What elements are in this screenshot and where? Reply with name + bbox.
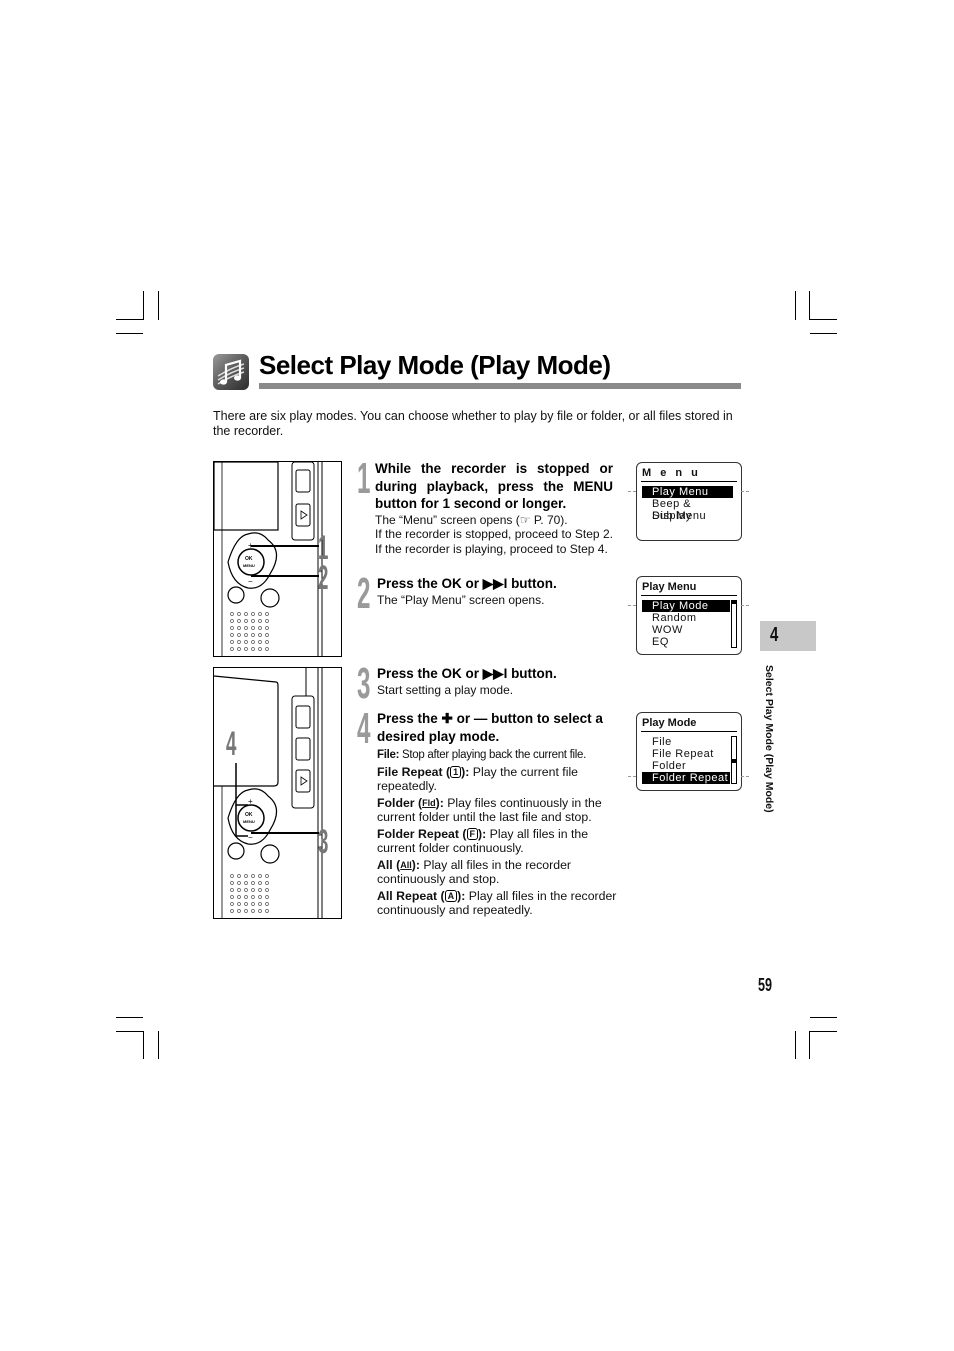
svg-text:−: − (248, 833, 253, 842)
lcd-divider (641, 595, 737, 596)
lcd-item: WOW (652, 624, 683, 636)
lcd-item: File Repeat (652, 748, 714, 760)
crop-mark (116, 1031, 143, 1032)
chapter-number: 4 (770, 624, 779, 646)
crop-mark (158, 1031, 159, 1059)
lcd-scroll-thumb (732, 759, 736, 763)
lcd-item: File (652, 736, 672, 748)
mode-folder: Folder (Fld): Play files continuously in… (377, 795, 602, 825)
step-4: Press the ✚ or — button to select a desi… (377, 710, 617, 918)
lcd-title: Play Menu (642, 581, 697, 593)
title-underline (259, 383, 741, 389)
step-number-2: 2 (357, 569, 371, 618)
step-2: Press the OK or ▶▶I button. The “Play Me… (377, 575, 615, 607)
step-3: Press the OK or ▶▶I button. Start settin… (377, 665, 615, 697)
svg-text:−: − (248, 577, 253, 586)
folder-repeat-icon: F (466, 828, 479, 841)
step-number-4: 4 (357, 704, 371, 753)
step-1-heading: While the recorder is stopped or during … (375, 461, 613, 511)
ok-key-label: OK (441, 576, 462, 591)
crop-mark (810, 319, 837, 320)
blink-indicator (628, 605, 636, 607)
crop-mark (116, 333, 143, 334)
lcd-item-selected: Play Menu (642, 486, 733, 498)
lcd-item-selected: Folder Repeat (642, 772, 730, 784)
recorder-illustration-2: OK MENU + − (213, 667, 342, 919)
blink-indicator (741, 605, 749, 607)
lcd-item: Sub Menu (652, 510, 707, 522)
lcd-item: Folder (652, 760, 687, 772)
svg-text:OK: OK (245, 812, 253, 818)
step-3-note: Start setting a play mode. (377, 682, 514, 697)
crop-mark (809, 291, 810, 320)
blink-indicator (741, 491, 749, 493)
lcd-screen-play-menu: Play Menu Play Mode Random WOW EQ (636, 576, 742, 655)
mode-file: File: Stop after playing back the curren… (377, 749, 586, 761)
crop-mark (116, 1017, 143, 1018)
lcd-title: Play Mode (642, 717, 697, 729)
blink-indicator (628, 491, 636, 493)
step-number-3: 3 (357, 659, 371, 708)
callout-3: 3 (318, 823, 329, 861)
lcd-scroll-thumb (732, 601, 736, 604)
crop-mark (795, 291, 796, 320)
crop-mark (158, 291, 159, 320)
all-icon: All (400, 859, 412, 870)
lcd-title: M e n u (642, 467, 701, 479)
all-repeat-icon: A (444, 890, 458, 903)
side-section-label: Select Play Mode (Play Mode) (763, 665, 775, 813)
svg-text:MENU: MENU (243, 563, 255, 568)
music-notes-icon (213, 354, 249, 390)
step-2-heading: Press the OK or ▶▶I button. (377, 576, 557, 591)
crop-mark (810, 1017, 837, 1018)
lcd-scrollbar (731, 600, 737, 648)
lcd-screen-play-mode: Play Mode File File Repeat Folder Folder… (636, 712, 742, 791)
crop-mark (116, 319, 143, 320)
page-number: 59 (758, 975, 773, 995)
svg-text:MENU: MENU (243, 819, 255, 824)
step-number-1: 1 (357, 454, 371, 503)
callout-4: 4 (226, 725, 237, 763)
mode-all-repeat: All Repeat (A): Play all files in the re… (377, 888, 617, 918)
crop-mark (810, 333, 837, 334)
ok-key-label: OK (441, 666, 462, 681)
crop-mark (795, 1031, 796, 1059)
crop-mark (143, 291, 144, 320)
chapter-tab (760, 621, 816, 651)
file-repeat-icon: 1 (450, 766, 462, 779)
step-1: While the recorder is stopped or during … (375, 460, 613, 556)
mode-folder-repeat: Folder Repeat (F): Play all files in the… (377, 826, 589, 856)
svg-text:+: + (248, 797, 253, 806)
intro-text: There are six play modes. You can choose… (213, 409, 733, 438)
step-2-note: The “Play Menu” screen opens. (377, 592, 545, 607)
menu-key-label: MENU (573, 478, 613, 494)
blink-indicator (628, 776, 636, 778)
lcd-scrollbar (731, 736, 737, 784)
lcd-item: Random (652, 612, 697, 624)
step-1-note: The “Menu” screen opens (☞ P. 70). (375, 512, 568, 527)
callout-2: 2 (318, 559, 329, 597)
lcd-screen-menu: M e n u Play Menu Beep & Display Sub Men… (636, 462, 742, 541)
lcd-item-selected: Play Mode (642, 600, 730, 612)
page-title: Select Play Mode (Play Mode) (259, 350, 611, 380)
step-1-note: If the recorder is stopped, proceed to S… (375, 527, 613, 556)
blink-indicator (741, 776, 749, 778)
folder-icon: Fld (422, 797, 436, 808)
lcd-divider (641, 481, 737, 482)
crop-mark (809, 1031, 810, 1059)
crop-mark (143, 1031, 144, 1059)
mode-all: All (All): Play all files in the recorde… (377, 857, 571, 887)
step-3-heading: Press the OK or ▶▶I button. (377, 666, 557, 681)
svg-text:OK: OK (245, 556, 253, 562)
mode-file-repeat: File Repeat (1): Play the current file r… (377, 764, 579, 794)
lcd-item: EQ (652, 636, 669, 648)
crop-mark (810, 1031, 837, 1032)
step-4-heading: Press the ✚ or — button to select a desi… (377, 711, 603, 744)
lcd-divider (641, 731, 737, 732)
